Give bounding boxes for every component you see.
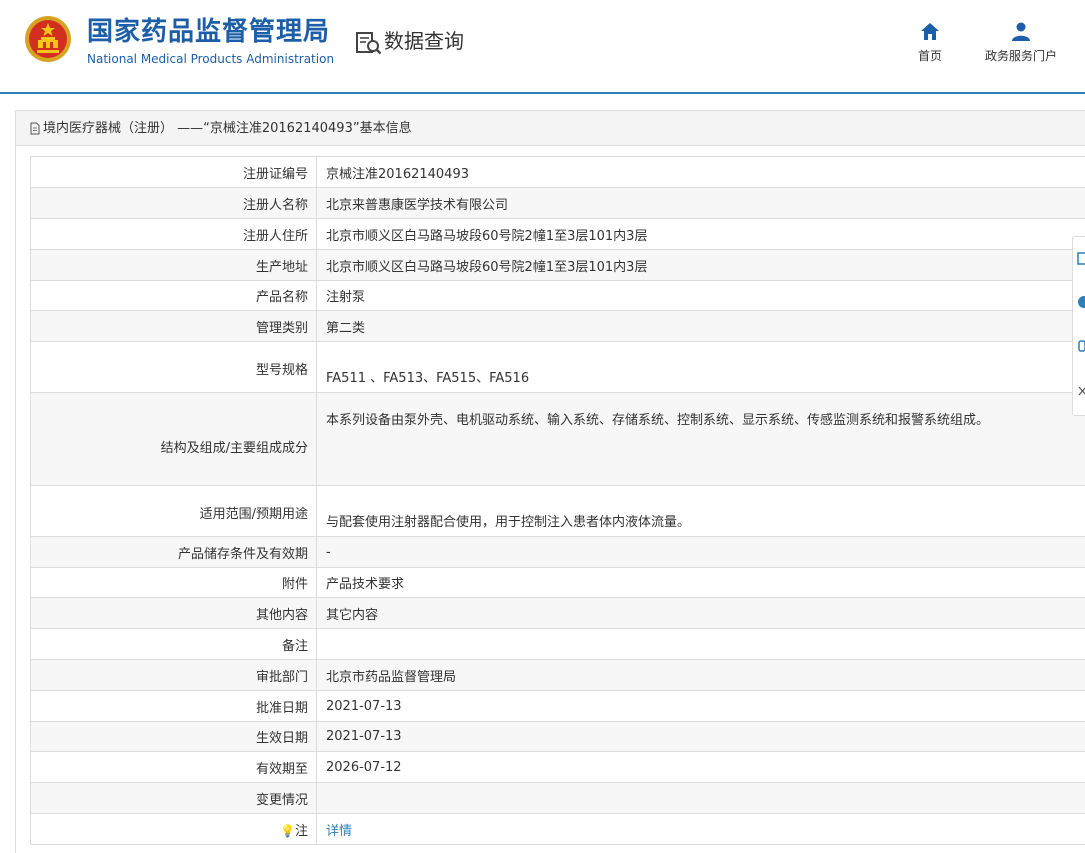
table-row: 型号规格 FA511 、FA513、FA515、FA516: [30, 341, 1085, 393]
field-label: 附件: [30, 567, 317, 598]
feedback-icon[interactable]: [1076, 251, 1085, 267]
detail-link[interactable]: 详情: [326, 824, 352, 839]
data-query-title: 数据查询: [384, 29, 464, 53]
field-value: 详情: [316, 813, 1085, 845]
field-value: 产品技术要求: [316, 567, 1085, 598]
table-row: 生产地址 北京市顺义区白马路马坡段60号院2幢1至3层101内3层: [30, 249, 1085, 281]
table-row: 结构及组成/主要组成成分 本系列设备由泵外壳、电机驱动系统、输入系统、存储系统、…: [30, 392, 1085, 486]
table-row: 批准日期 2021-07-13: [30, 690, 1085, 722]
field-label: 注册人名称: [30, 187, 317, 219]
nav-portal-label: 政务服务门户: [984, 49, 1057, 63]
table-row: 有效期至 2026-07-12: [30, 751, 1085, 783]
field-label: 💡注: [30, 813, 317, 845]
user-icon: [1012, 22, 1030, 41]
field-value: 2021-07-13: [316, 721, 1085, 752]
field-value: 注射泵: [316, 280, 1085, 311]
field-value: 北京市药品监督管理局: [316, 659, 1085, 691]
field-value: 与配套使用注射器配合使用，用于控制注入患者体内液体流量。: [316, 485, 1085, 537]
field-value: [316, 628, 1085, 660]
field-value: 本系列设备由泵外壳、电机驱动系统、输入系统、存储系统、控制系统、显示系统、传感监…: [316, 392, 1085, 486]
registration-info-table: 注册证编号 京械注准20162140493 注册人名称 北京来普惠康医学技术有限…: [30, 156, 1085, 845]
document-icon: [30, 122, 40, 135]
field-value: [316, 782, 1085, 814]
document-search-icon: [356, 32, 382, 55]
field-value: 京械注准20162140493: [316, 156, 1085, 188]
nav-home-label: 首页: [917, 49, 942, 63]
note-label: 注: [294, 823, 308, 839]
field-value: 2026-07-12: [316, 751, 1085, 783]
field-label: 注册人住所: [30, 218, 317, 250]
table-row: 备注: [30, 628, 1085, 660]
info-panel: 境内医疗器械（注册） ——“京械注准20162140493”基本信息 注册证编号…: [15, 110, 1085, 853]
table-row: 变更情况: [30, 782, 1085, 814]
field-value: 北京市顺义区白马路马坡段60号院2幢1至3层101内3层: [316, 249, 1085, 281]
table-row: 产品储存条件及有效期 -: [30, 536, 1085, 568]
field-label: 型号规格: [30, 341, 317, 393]
field-label: 审批部门: [30, 659, 317, 691]
field-label: 生效日期: [30, 721, 317, 752]
field-label: 适用范围/预期用途: [30, 485, 317, 537]
field-value: -: [316, 536, 1085, 568]
panel-header: 境内医疗器械（注册） ——“京械注准20162140493”基本信息: [16, 111, 1085, 146]
field-label: 备注: [30, 628, 317, 660]
field-label: 变更情况: [30, 782, 317, 814]
table-row: 其他内容 其它内容: [30, 597, 1085, 629]
field-label: 产品名称: [30, 280, 317, 311]
close-icon[interactable]: [1076, 383, 1085, 399]
field-label: 批准日期: [30, 690, 317, 722]
field-label: 生产地址: [30, 249, 317, 281]
national-emblem-icon: [25, 16, 71, 62]
field-label: 结构及组成/主要组成成分: [30, 392, 317, 486]
field-label: 有效期至: [30, 751, 317, 783]
table-row: 审批部门 北京市药品监督管理局: [30, 659, 1085, 691]
table-row: 管理类别 第二类: [30, 310, 1085, 342]
table-row: 注册证编号 京械注准20162140493: [30, 156, 1085, 188]
table-row: 附件 产品技术要求: [30, 567, 1085, 598]
table-row: 产品名称 注射泵: [30, 280, 1085, 311]
help-icon[interactable]: [1076, 294, 1085, 310]
home-icon: [921, 23, 939, 40]
field-value: 北京来普惠康医学技术有限公司: [316, 187, 1085, 219]
site-header: 国家药品监督管理局 National Medical Products Admi…: [0, 0, 1085, 92]
field-value: 其它内容: [316, 597, 1085, 629]
panel-title: 境内医疗器械（注册） ——“京械注准20162140493”基本信息: [43, 121, 412, 136]
table-row: 生效日期 2021-07-13: [30, 721, 1085, 752]
share-icon[interactable]: [1076, 338, 1085, 354]
field-label: 注册证编号: [30, 156, 317, 188]
table-row: 💡注 详情: [30, 813, 1085, 845]
field-label: 产品储存条件及有效期: [30, 536, 317, 568]
table-row: 注册人住所 北京市顺义区白马路马坡段60号院2幢1至3层101内3层: [30, 218, 1085, 250]
field-value: 2021-07-13: [316, 690, 1085, 722]
org-name-cn: 国家药品监督管理局: [87, 17, 331, 47]
nav-home[interactable]: 首页: [905, 20, 955, 66]
table-row: 注册人名称 北京来普惠康医学技术有限公司: [30, 187, 1085, 219]
org-name-en: National Medical Products Administration: [87, 52, 335, 66]
field-label: 管理类别: [30, 310, 317, 342]
field-value: FA511 、FA513、FA515、FA516: [316, 341, 1085, 393]
field-value: 第二类: [316, 310, 1085, 342]
field-value: 北京市顺义区白马路马坡段60号院2幢1至3层101内3层: [316, 218, 1085, 250]
header-divider: [0, 92, 1085, 94]
lightbulb-icon: 💡: [280, 823, 295, 838]
floating-toolbar: [1072, 236, 1085, 416]
nav-service-portal[interactable]: 政务服务门户: [975, 20, 1067, 66]
field-label: 其他内容: [30, 597, 317, 629]
table-row: 适用范围/预期用途 与配套使用注射器配合使用，用于控制注入患者体内液体流量。: [30, 485, 1085, 537]
